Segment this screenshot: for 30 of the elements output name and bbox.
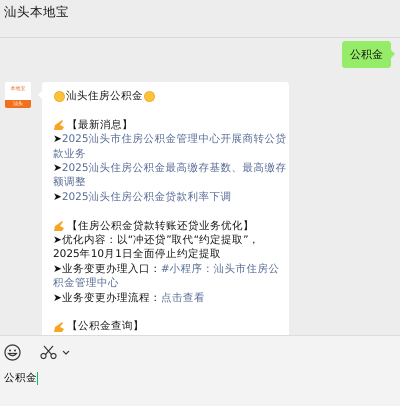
link[interactable]: 2025汕头市住房公积金管理中心开展商转公贷: [62, 133, 287, 146]
window-title: 汕头本地宝: [4, 4, 69, 21]
link[interactable]: 2025汕头住房公积金最高缴存基数、最高缴存: [62, 162, 287, 174]
link[interactable]: 积金管理中心: [53, 277, 119, 290]
writing-hand-icon: [53, 320, 65, 333]
message-text: ➤: [53, 162, 62, 174]
message-input[interactable]: 公积金: [4, 371, 396, 385]
message-text: ➤优化内容：以“冲还贷”取代“约定提取”，: [53, 234, 260, 246]
link[interactable]: 点击查看: [160, 292, 205, 304]
section-heading: 【最新消息】: [67, 118, 133, 132]
message-text: ➤业务变更办理流程：: [53, 292, 161, 304]
scissors-icon[interactable]: [40, 345, 57, 360]
chevron-down-icon[interactable]: [62, 350, 70, 355]
message-title: 汕头住房公积金: [66, 89, 143, 104]
sun-icon: [54, 90, 65, 102]
message-text: ➤: [53, 133, 62, 146]
text-cursor: [37, 372, 38, 384]
link[interactable]: #小程序：汕头市住房公: [160, 262, 280, 275]
sun-icon: [144, 90, 155, 102]
link[interactable]: 额调整: [53, 176, 86, 188]
message-text: 2025年10月1日全面停止约定提取: [53, 248, 221, 260]
link[interactable]: 2025汕头住房公积金贷款利率下调: [62, 190, 232, 203]
section-heading: 【住房公积金贷款转账还贷业务优化】: [67, 218, 254, 234]
message-text: ➤业务变更办理入口：: [53, 262, 161, 275]
writing-hand-icon: [53, 220, 65, 232]
message-text: ➤: [53, 190, 62, 203]
link[interactable]: 款业务: [53, 148, 86, 160]
emoji-icon[interactable]: [4, 344, 21, 361]
writing-hand-icon: [53, 119, 65, 131]
section-heading: 【公积金查询】: [67, 319, 144, 334]
